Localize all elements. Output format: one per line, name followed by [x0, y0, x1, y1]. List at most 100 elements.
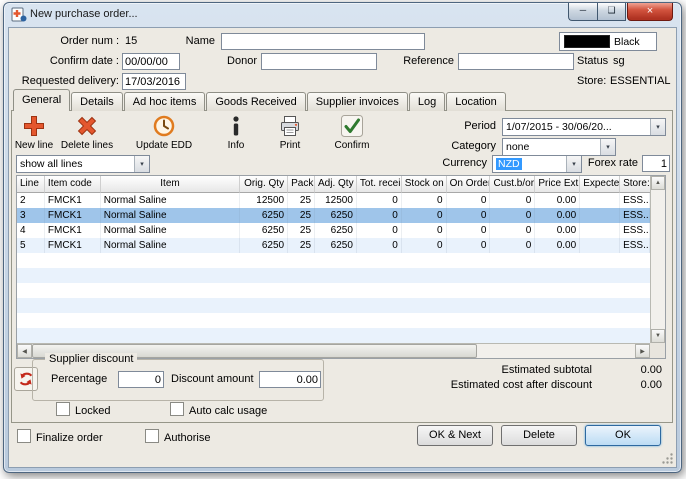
store-value: ESSENTIAL	[610, 75, 671, 87]
tab-ad-hoc-items[interactable]: Ad hoc items	[124, 92, 206, 111]
category-label: Category	[430, 140, 496, 152]
confirm-date-input[interactable]	[122, 53, 180, 70]
discount-amount-label: Discount amount	[171, 373, 254, 385]
auto-calc-usage-checkbox[interactable]	[170, 402, 184, 416]
table-row[interactable]: 5 FMCK1 Normal Saline 6250 25 6250 0 0 0…	[17, 238, 650, 253]
ok-next-button[interactable]: OK & Next	[417, 425, 493, 446]
donor-input[interactable]	[261, 53, 377, 70]
authorise-checkbox[interactable]	[145, 429, 159, 443]
delete-button[interactable]: Delete	[501, 425, 577, 446]
requested-delivery-label: Requested delivery:	[19, 75, 119, 87]
colour-picker[interactable]: Black	[559, 32, 657, 51]
percentage-input[interactable]	[118, 371, 164, 388]
tab-strip: General Details Ad hoc items Goods Recei…	[13, 90, 507, 111]
cell-item: Normal Saline	[101, 238, 241, 253]
update-edd-clock-icon	[130, 114, 198, 140]
cell-on-order: 0	[447, 193, 491, 208]
finalize-order-checkbox[interactable]	[17, 429, 31, 443]
tab-goods-received[interactable]: Goods Received	[206, 92, 305, 111]
show-lines-value: show all lines	[17, 158, 134, 170]
col-cust-backorders[interactable]: Cust.b/ords	[490, 176, 535, 193]
cell-line: 5	[17, 238, 45, 253]
tab-supplier-invoices[interactable]: Supplier invoices	[307, 92, 408, 111]
col-adj-qty[interactable]: Adj. Qty	[315, 176, 357, 193]
col-item-code[interactable]: Item code	[45, 176, 101, 193]
cell-orig-qty: 6250	[240, 208, 288, 223]
confirm-button[interactable]: Confirm	[324, 114, 380, 156]
tab-details[interactable]: Details	[71, 92, 123, 111]
col-item[interactable]: Item	[101, 176, 241, 193]
name-input[interactable]	[221, 33, 425, 50]
col-line[interactable]: Line	[17, 176, 45, 193]
tab-page-general: New line Delete lines Update EDD Info	[11, 110, 673, 423]
store-label: Store:	[577, 75, 606, 87]
scroll-down-icon[interactable]: ▼	[651, 329, 665, 343]
app-icon	[11, 6, 27, 22]
col-price-ext[interactable]: Price Ext	[535, 176, 580, 193]
confirm-date-label: Confirm date :	[29, 55, 119, 67]
show-lines-dropdown[interactable]: show all lines ▾	[16, 155, 150, 173]
cell-tot-received: 0	[357, 238, 402, 253]
category-value: none	[503, 141, 600, 153]
chevron-down-icon: ▾	[134, 156, 149, 172]
ok-button[interactable]: OK	[585, 425, 661, 446]
cell-line: 4	[17, 223, 45, 238]
chevron-down-icon: ▾	[600, 139, 615, 155]
print-button[interactable]: Print	[266, 114, 314, 156]
new-line-button[interactable]: New line	[12, 114, 56, 156]
info-button[interactable]: Info	[214, 114, 258, 156]
info-icon	[214, 114, 258, 140]
close-button[interactable]: ×	[627, 3, 673, 21]
titlebar[interactable]: New purchase order... ─ ❑ ×	[4, 3, 681, 26]
table-row[interactable]: 4 FMCK1 Normal Saline 6250 25 6250 0 0 0…	[17, 223, 650, 238]
empty-row	[17, 313, 650, 328]
discount-amount-input[interactable]	[259, 371, 321, 388]
category-dropdown[interactable]: none ▾	[502, 138, 616, 156]
col-pack[interactable]: Pack	[288, 176, 315, 193]
tab-log[interactable]: Log	[409, 92, 445, 111]
scrollbar-corner	[650, 343, 665, 358]
col-stock-on-hand[interactable]: Stock on ...	[402, 176, 447, 193]
locked-checkbox[interactable]	[56, 402, 70, 416]
col-tot-received[interactable]: Tot. recei...	[357, 176, 402, 193]
table-row[interactable]: 2 FMCK1 Normal Saline 12500 25 12500 0 0…	[17, 193, 650, 208]
cell-stock-on-hand: 0	[402, 193, 447, 208]
scroll-up-icon[interactable]: ▲	[651, 176, 665, 190]
maximize-button[interactable]: ❑	[597, 3, 626, 21]
forex-rate-input[interactable]	[642, 155, 670, 172]
window-title: New purchase order...	[30, 8, 138, 20]
minimize-button[interactable]: ─	[568, 3, 597, 21]
supplier-discount-group: Supplier discount Percentage Discount am…	[32, 359, 324, 401]
col-expected[interactable]: Expected...	[580, 176, 620, 193]
scroll-left-icon[interactable]: ◀	[17, 344, 32, 358]
cell-item: Normal Saline	[101, 208, 241, 223]
forex-rate-label: Forex rate	[584, 157, 638, 169]
col-on-order[interactable]: On Order	[447, 176, 491, 193]
col-store[interactable]: Store:	[620, 176, 650, 193]
tab-location[interactable]: Location	[446, 92, 506, 111]
table-header[interactable]: Line Item code Item Orig. Qty Pack Adj. …	[17, 176, 650, 193]
print-label: Print	[280, 140, 301, 151]
delete-lines-button[interactable]: Delete lines	[58, 114, 116, 156]
order-num-label: Order num :	[29, 35, 119, 47]
cell-line: 2	[17, 193, 45, 208]
period-dropdown[interactable]: 1/07/2015 - 30/06/20... ▾	[502, 118, 666, 136]
requested-delivery-input[interactable]	[122, 73, 186, 90]
col-orig-qty[interactable]: Orig. Qty	[240, 176, 288, 193]
empty-row	[17, 283, 650, 298]
cell-tot-received: 0	[357, 208, 402, 223]
currency-dropdown[interactable]: NZD ▾	[492, 155, 582, 173]
cell-price-ext: 0.00	[535, 193, 580, 208]
tab-general[interactable]: General	[13, 89, 70, 111]
cell-cust-backorders: 0	[490, 208, 535, 223]
locked-label: Locked	[75, 405, 110, 417]
resize-grip[interactable]	[661, 452, 674, 465]
order-lines-table: Line Item code Item Orig. Qty Pack Adj. …	[16, 175, 666, 359]
scroll-right-icon[interactable]: ▶	[635, 344, 650, 358]
cell-price-ext: 0.00	[535, 208, 580, 223]
empty-row	[17, 253, 650, 268]
reference-input[interactable]	[458, 53, 574, 70]
vertical-scrollbar[interactable]: ▲ ▼	[650, 176, 665, 343]
table-row-selected[interactable]: 3 FMCK1 Normal Saline 6250 25 6250 0 0 0…	[17, 208, 650, 223]
update-edd-button[interactable]: Update EDD	[130, 114, 198, 156]
